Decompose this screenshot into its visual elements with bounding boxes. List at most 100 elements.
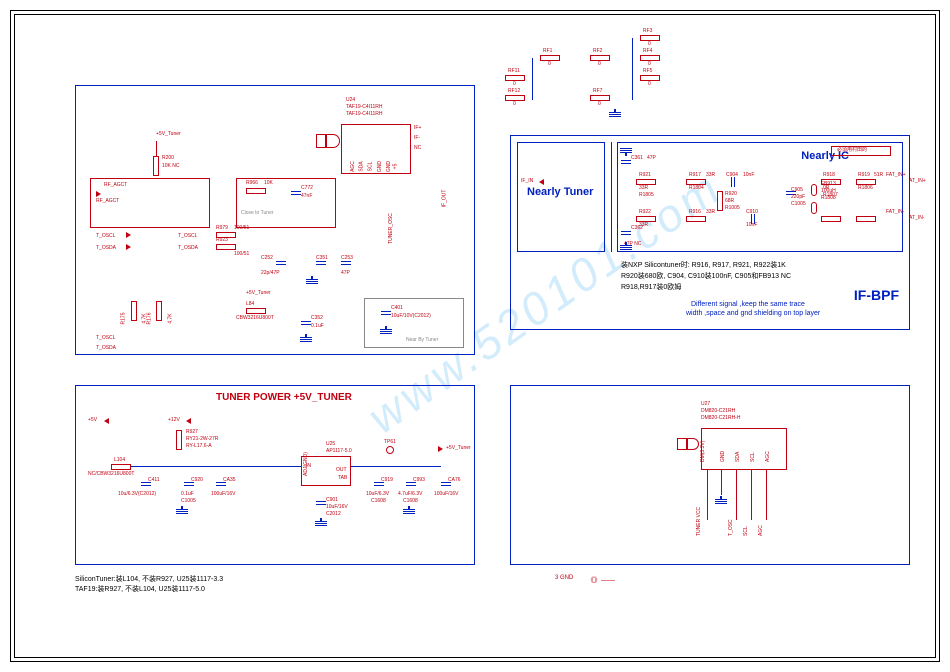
r923	[216, 244, 236, 250]
badge-text: 必須用村田的	[837, 148, 867, 153]
r923-ref: R923	[216, 238, 228, 243]
c919-val: 10uF/6.3V	[366, 492, 389, 497]
c993-ref: C993	[413, 478, 425, 483]
u27-pin-dm33v: DM(3.3V)	[701, 441, 706, 462]
u27-part: DM820-C21RH	[701, 409, 735, 414]
v5tuner-bottom: +5V_Tuner	[246, 291, 271, 296]
net-5v-tuner: +5V_Tuner	[156, 132, 181, 137]
c253-ref: C253	[341, 256, 353, 261]
u24-pin-gnd: GND	[378, 161, 383, 172]
t-oscl-arrow	[126, 232, 131, 238]
c411	[141, 482, 151, 490]
at-in2: AT_IN-	[909, 216, 924, 221]
rf12-val: 0	[513, 102, 516, 107]
ifbpf-note1-l2: R920装680欧, C904, C910装100nF, C905和FB913 …	[621, 272, 791, 281]
ifbpf-note2-l2: width ,space and gnd shielding on top la…	[686, 310, 820, 317]
ifbpf-note1-l1: 装NXP Silicontuner时: R916, R917, R921, R9…	[621, 261, 786, 270]
c361-ref: C361	[631, 156, 643, 161]
c919-fp: C1608	[371, 499, 386, 504]
r921-val: 33R	[639, 186, 648, 191]
c993	[406, 482, 416, 490]
c401	[381, 311, 391, 319]
r176-ref: R176	[147, 313, 152, 325]
footer-gnd: 3 GND	[555, 575, 573, 581]
r918-ref: R918	[823, 173, 835, 178]
u24-pin-5v: +5	[393, 164, 398, 170]
v12-arrow	[186, 418, 191, 424]
c904-val: 10nF	[743, 173, 754, 178]
r1805-ref: R1805	[639, 193, 654, 198]
r175-ref: R175	[121, 313, 126, 325]
r927-ref: R927	[186, 430, 198, 435]
c901-val: 10uF/16V	[326, 505, 348, 510]
r176	[156, 301, 162, 321]
r1804-ref: R1804	[689, 186, 704, 191]
sheet-inner-border: www.520101.com +5V_Tuner R200 10K NC RF_…	[14, 14, 936, 658]
r979-val: 100/51	[234, 226, 249, 231]
c361	[621, 160, 631, 168]
nearly-tuner-box	[517, 142, 605, 252]
c252	[276, 261, 286, 269]
r200	[153, 156, 159, 176]
r916	[686, 216, 706, 222]
rf5-val: 0	[648, 82, 651, 87]
c401-ref: C401	[391, 306, 403, 311]
net-12v: +12V	[168, 418, 180, 423]
if-in-label: IF_IN	[521, 179, 533, 184]
u25-ref: U25	[326, 442, 335, 447]
sheet-border: www.520101.com +5V_Tuner R200 10K NC RF_…	[10, 10, 940, 662]
u25-tab: TAB	[338, 476, 347, 481]
ca76-val: 100uF/16V	[434, 492, 458, 497]
u27-rf-connector	[687, 438, 699, 450]
u27-tunervcc: TUNER VCC	[697, 507, 702, 536]
gnd-right-caps	[403, 506, 415, 514]
c352	[301, 321, 311, 329]
rf1-ref: RF1	[543, 49, 552, 54]
c904	[727, 177, 735, 187]
c920	[184, 482, 194, 490]
l104-val: NC/CBW3216U800T	[88, 472, 134, 477]
u24-pin-sda: SDA	[360, 161, 365, 171]
c920-val: 0.1uF	[181, 492, 194, 497]
c920-ref: C920	[191, 478, 203, 483]
r927-v1: RY21-2W-27R	[186, 437, 218, 442]
c401-val: 10uF/10V(C2012)	[391, 314, 431, 319]
ifbpf-note1-l3: R918,R917装0欧姆	[621, 283, 681, 292]
t-oscl-bottom: T_OSCL	[96, 336, 115, 341]
r966	[246, 188, 266, 194]
r918b	[821, 216, 841, 222]
c411-val: 10u/6.3V(C2012)	[118, 492, 156, 497]
fb913-val: 100uH	[821, 189, 836, 194]
u27-ref: U27	[701, 402, 710, 407]
u24-pin-nc: NC	[414, 146, 421, 151]
at-in1: AT_IN+	[909, 179, 926, 184]
t-osda-arrow	[126, 244, 131, 250]
fb913-coil1	[811, 184, 817, 196]
c910-ref: C910	[746, 210, 758, 215]
c772	[291, 191, 301, 199]
u27-part2: DM820-C21RH-H	[701, 416, 740, 421]
l84-val: CBW3216U800T	[236, 316, 274, 321]
u27-pin-gnd: GND	[721, 451, 726, 462]
r923-val: 100/51	[234, 252, 249, 257]
rf12-ref: RF12	[508, 89, 520, 94]
near-by-tuner-text: Near By Tuner	[406, 338, 438, 343]
gnd-left-caps	[176, 506, 188, 514]
if-in-arrow	[539, 179, 544, 185]
ca76-ref: CA76	[448, 478, 461, 483]
gnd-u27	[715, 496, 727, 504]
rf4-val: 0	[648, 62, 651, 67]
rf11-val: 0	[513, 82, 516, 87]
r1005-ref: R1005	[725, 206, 740, 211]
c361-val: 47P	[647, 156, 656, 161]
ifbpf-title: IF-BPF	[854, 287, 899, 303]
u24-part2: TAF19-C4I11RH	[346, 112, 383, 117]
u25-out: OUT	[336, 468, 347, 473]
u27-rf-body	[677, 438, 687, 450]
r927-v2: RY-L17.6-A	[186, 444, 212, 449]
ifbpf-note2-l1: Different signal ,keep the same trace	[691, 301, 805, 308]
rf7-val: 0	[598, 102, 601, 107]
v5tuner-out: +5V_Tuner	[446, 446, 471, 451]
close-to-tuner-box	[90, 178, 210, 228]
gnd-c361	[620, 148, 632, 156]
